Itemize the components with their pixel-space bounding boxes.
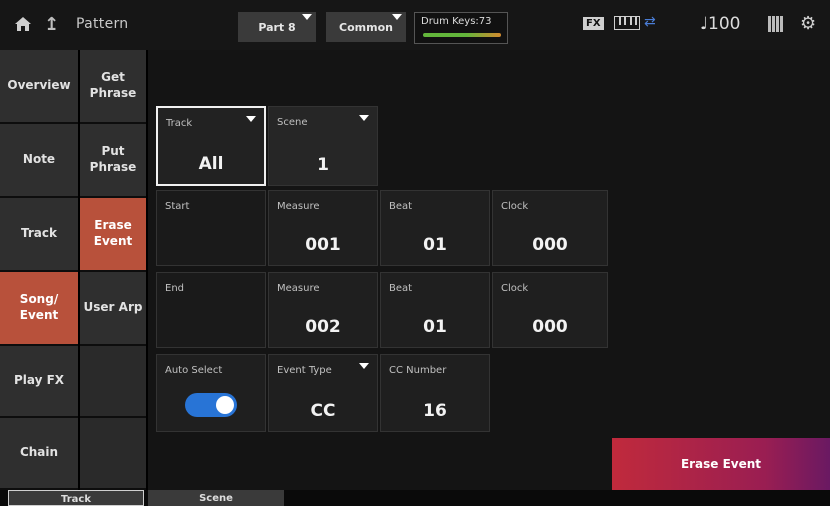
part-selector[interactable]: Part 8 (238, 12, 316, 42)
tab-song-event[interactable]: Song/ Event (0, 272, 78, 346)
erase-event-panel: Track All Scene 1 Start Measure 001 Beat… (148, 50, 830, 490)
subtab-label: User Arp (83, 300, 143, 315)
start-measure-value: 001 (305, 235, 341, 255)
tab-chain[interactable]: Chain (0, 418, 78, 490)
erase-event-label: Erase Event (680, 457, 762, 471)
tab-label: Play FX (13, 373, 65, 388)
end-clock-field[interactable]: Clock 000 (492, 272, 608, 348)
tab-track[interactable]: Track (0, 198, 78, 272)
start-beat-value: 01 (423, 235, 447, 255)
measure-label: Measure (277, 283, 320, 294)
tab-label: Note (22, 152, 56, 167)
auto-select-toggle[interactable] (185, 393, 237, 417)
usb-icon: ⇄ (644, 14, 656, 30)
end-measure-value: 002 (305, 317, 341, 337)
toggle-knob (216, 396, 234, 414)
scene-selector[interactable]: Scene 1 (268, 106, 378, 186)
bottom-tab-scene[interactable]: Scene (148, 490, 284, 506)
chevron-down-icon (359, 363, 369, 369)
subtab-empty (80, 346, 146, 418)
beat-label: Beat (389, 283, 413, 294)
track-label: Track (166, 118, 193, 129)
subtab-erase-event[interactable]: Erase Event (80, 198, 146, 272)
up-arrow-icon[interactable]: ↥ (44, 14, 59, 35)
tab-note[interactable]: Note (0, 124, 78, 198)
event-type-label: Event Type (277, 365, 332, 376)
bottom-tab-track[interactable]: Track (8, 490, 144, 506)
event-type-selector[interactable]: Event Type CC (268, 354, 378, 432)
event-type-value: CC (310, 401, 336, 421)
subtab-user-arp[interactable]: User Arp (80, 272, 146, 346)
gear-icon[interactable]: ⚙ (800, 13, 816, 34)
tab-play-fx[interactable]: Play FX (0, 346, 78, 418)
tab-label: Track (21, 226, 57, 241)
subtab-label: Get Phrase (89, 70, 137, 100)
start-label: Start (165, 201, 190, 212)
cc-number-label: CC Number (389, 365, 447, 376)
subtab-empty (80, 418, 146, 490)
grid-icon[interactable] (768, 16, 784, 32)
bottom-tab-label: Scene (199, 493, 233, 504)
end-label: End (165, 283, 185, 294)
cc-number-value: 16 (423, 401, 447, 421)
track-selector[interactable]: Track All (156, 106, 266, 186)
auto-select-field[interactable]: Auto Select (156, 354, 266, 432)
bottom-tab-label: Track (61, 494, 91, 505)
end-label-cell: End (156, 272, 266, 348)
home-icon[interactable] (14, 16, 32, 36)
start-clock-field[interactable]: Clock 000 (492, 190, 608, 266)
chevron-down-icon (302, 14, 312, 20)
start-measure-field[interactable]: Measure 001 (268, 190, 378, 266)
measure-label: Measure (277, 201, 320, 212)
scene-value: 1 (317, 155, 329, 175)
erase-event-button[interactable]: Erase Event (612, 438, 830, 490)
clock-label: Clock (501, 283, 529, 294)
top-bar: ↥ Pattern Part 8 Common Drum Keys:73 FX … (0, 0, 830, 50)
keyboard-icon (614, 16, 640, 30)
tempo-display[interactable]: ♩100 (700, 14, 740, 34)
fx-badge[interactable]: FX (583, 17, 604, 30)
chevron-down-icon (392, 14, 402, 20)
chevron-down-icon (359, 115, 369, 121)
end-beat-field[interactable]: Beat 01 (380, 272, 490, 348)
drum-keys-meter (423, 33, 501, 37)
cc-number-field[interactable]: CC Number 16 (380, 354, 490, 432)
tab-label: Chain (19, 445, 59, 460)
start-beat-field[interactable]: Beat 01 (380, 190, 490, 266)
subtab-put-phrase[interactable]: Put Phrase (80, 124, 146, 198)
drum-keys-indicator[interactable]: Drum Keys:73 (414, 12, 508, 44)
part-selector-label: Part 8 (258, 20, 296, 34)
scene-label: Scene (277, 117, 308, 128)
drum-keys-label: Drum Keys:73 (421, 16, 492, 27)
common-selector-label: Common (339, 20, 393, 34)
subtab-get-phrase[interactable]: Get Phrase (80, 50, 146, 124)
beat-label: Beat (389, 201, 413, 212)
page-title: Pattern (76, 16, 129, 32)
end-clock-value: 000 (532, 317, 568, 337)
auto-select-label: Auto Select (165, 365, 223, 376)
common-selector[interactable]: Common (326, 12, 406, 42)
clock-label: Clock (501, 201, 529, 212)
tab-label: Song/ Event (19, 292, 59, 322)
start-clock-value: 000 (532, 235, 568, 255)
tab-label: Overview (7, 78, 71, 93)
end-beat-value: 01 (423, 317, 447, 337)
main-tab-list: Overview Note Track Song/ Event Play FX … (0, 50, 78, 490)
sub-tab-list: Get Phrase Put Phrase Erase Event User A… (80, 50, 146, 490)
subtab-label: Erase Event (93, 218, 133, 248)
chevron-down-icon (246, 116, 256, 122)
tab-overview[interactable]: Overview (0, 50, 78, 124)
end-measure-field[interactable]: Measure 002 (268, 272, 378, 348)
start-label-cell: Start (156, 190, 266, 266)
track-value: All (198, 154, 224, 174)
subtab-label: Put Phrase (89, 144, 137, 174)
